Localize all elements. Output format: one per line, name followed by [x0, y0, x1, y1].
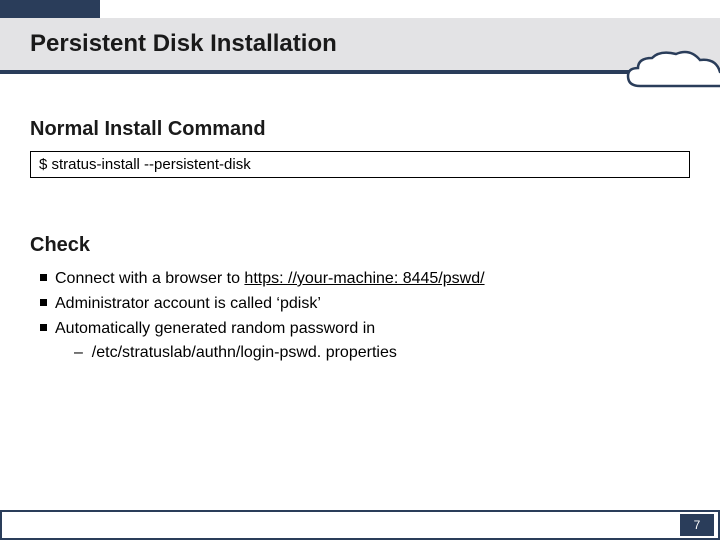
bullet-icon [40, 274, 47, 281]
sub-bullet-item: – /etc/stratuslab/authn/login-pswd. prop… [40, 341, 690, 366]
slide-title: Persistent Disk Installation [30, 30, 337, 58]
section-heading-check: Check [30, 234, 690, 257]
command-box: $ stratus-install --persistent-disk [30, 151, 690, 178]
pswd-url-link[interactable]: https: //your-machine: 8445/pswd/ [244, 270, 484, 287]
bullet-item: Automatically generated random password … [40, 317, 690, 342]
bullet-text: Connect with a browser to [55, 270, 244, 287]
slide: Persistent Disk Installation Normal Inst… [0, 0, 720, 540]
title-underline [0, 70, 720, 74]
bullet-icon [40, 324, 47, 331]
page-number: 7 [680, 514, 714, 536]
footer-inner [2, 512, 718, 538]
section-heading-install: Normal Install Command [30, 118, 690, 141]
bullet-icon [40, 299, 47, 306]
command-text: $ stratus-install --persistent-disk [39, 156, 251, 173]
title-band: Persistent Disk Installation [0, 18, 720, 70]
bullet-text: Automatically generated random password … [55, 317, 375, 342]
bullet-list: Connect with a browser to https: //your-… [30, 267, 690, 366]
cloud-icon [620, 48, 720, 98]
top-accent-bar [0, 0, 100, 18]
bullet-text: Administrator account is called ‘pdisk’ [55, 292, 321, 317]
bullet-item: Administrator account is called ‘pdisk’ [40, 292, 690, 317]
bullet-item: Connect with a browser to https: //your-… [40, 267, 690, 292]
content-area: Normal Install Command $ stratus-install… [30, 118, 690, 366]
